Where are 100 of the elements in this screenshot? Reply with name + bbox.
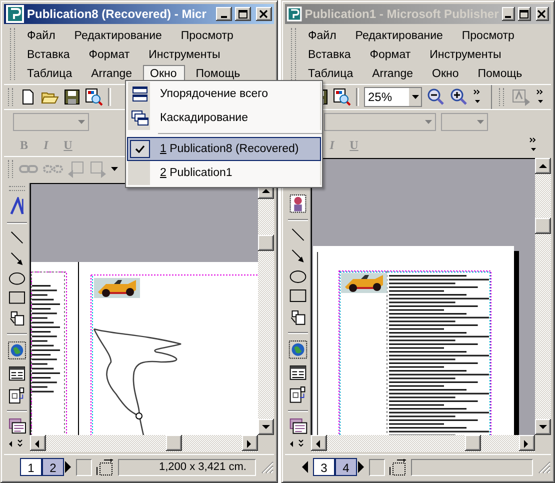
menu-item[interactable]: Редактирование xyxy=(354,26,451,44)
rectangle-tool-icon[interactable] xyxy=(288,289,306,303)
design-gallery-icon[interactable] xyxy=(6,418,26,435)
minimize-icon xyxy=(505,16,512,18)
print-preview-icon[interactable] xyxy=(333,88,351,106)
menu-item[interactable]: Формат xyxy=(368,46,419,64)
caret-icon[interactable] xyxy=(111,166,118,172)
autoshapes-icon[interactable] xyxy=(8,310,26,328)
scroll-right-button[interactable] xyxy=(519,435,535,451)
scroll-right-button[interactable] xyxy=(242,435,258,451)
status-field xyxy=(369,458,385,476)
menu-item[interactable]: Таблица xyxy=(307,64,362,82)
form-control-icon[interactable] xyxy=(8,366,26,382)
down-arrow-icon xyxy=(261,422,271,432)
text-tool-icon[interactable] xyxy=(8,196,26,216)
horizontal-scrollbar[interactable] xyxy=(30,435,258,452)
oval-tool-icon[interactable] xyxy=(288,270,306,284)
race-car-drawing xyxy=(94,278,140,298)
page-tab[interactable]: 1 xyxy=(20,458,42,476)
menu-item[interactable]: Вставка xyxy=(307,46,359,64)
toolbar-options-icon[interactable] xyxy=(473,89,482,105)
menu-item[interactable]: Окно xyxy=(431,64,467,82)
oval-tool-icon[interactable] xyxy=(8,272,26,286)
page-tab[interactable]: 3 xyxy=(313,458,335,476)
rectangle-tool-icon[interactable] xyxy=(8,291,26,304)
maximize-icon xyxy=(519,10,530,18)
dropdown-arrow-icon xyxy=(477,120,484,124)
menu-item[interactable]: Редактирование xyxy=(73,26,170,44)
scroll-left-button[interactable] xyxy=(311,435,327,451)
up-arrow-icon xyxy=(261,186,271,196)
menu-item[interactable]: Инструменты xyxy=(428,46,510,64)
menu-item[interactable]: Arrange xyxy=(371,64,422,82)
menu-item[interactable]: Помощь xyxy=(476,64,530,82)
minimize-button[interactable] xyxy=(216,7,232,21)
menu-item[interactable]: Вставка xyxy=(26,46,78,64)
form-control-icon[interactable] xyxy=(288,365,306,380)
zoom-dropdown[interactable]: 25% xyxy=(364,87,422,107)
web-object-icon[interactable] xyxy=(288,340,308,360)
scroll-left-button[interactable] xyxy=(30,435,46,451)
menu-item[interactable]: Помощь xyxy=(194,64,248,82)
close-button[interactable] xyxy=(256,7,272,21)
autoshapes-icon[interactable] xyxy=(288,308,306,326)
design-gallery-icon[interactable] xyxy=(288,418,308,435)
up-arrow-icon xyxy=(538,161,548,171)
publisher-app-icon[interactable] xyxy=(287,5,302,23)
line-tool-icon[interactable] xyxy=(8,230,24,245)
menu-item[interactable]: Файл xyxy=(26,26,64,44)
menu-item[interactable]: Упорядочение всего xyxy=(127,82,321,106)
insert-page-icon[interactable] xyxy=(8,387,26,404)
close-button[interactable] xyxy=(536,7,549,21)
zoom-in-icon[interactable] xyxy=(450,88,468,106)
toolbar-options-icon[interactable] xyxy=(529,137,538,153)
tile-windows-icon xyxy=(132,86,148,102)
scroll-down-button[interactable] xyxy=(535,419,551,435)
maximize-button[interactable] xyxy=(235,7,251,21)
maximize-icon xyxy=(238,10,248,18)
menu-item[interactable]: Формат xyxy=(88,46,138,64)
maximize-button[interactable] xyxy=(518,7,531,21)
print-preview-icon[interactable] xyxy=(85,88,103,106)
vertical-scrollbar[interactable] xyxy=(535,158,551,435)
web-object-icon[interactable] xyxy=(6,341,26,360)
menu-item[interactable]: Инструменты xyxy=(148,46,228,64)
menu-item[interactable]: Просмотр xyxy=(180,26,242,44)
menu-item[interactable]: Каскадирование xyxy=(127,106,321,130)
menu-item[interactable]: Просмотр xyxy=(460,26,522,44)
scrollbar-thumb[interactable] xyxy=(465,435,481,451)
arrow-tool-icon[interactable] xyxy=(290,248,306,264)
previous-page-icon[interactable] xyxy=(301,460,309,474)
menu-item[interactable]: Файл xyxy=(307,26,344,44)
menu-item[interactable]: 1 Publication8 (Recovered) xyxy=(127,137,321,161)
resize-grip-icon[interactable] xyxy=(260,460,274,474)
edit-point[interactable] xyxy=(136,412,142,420)
object-size: 1,200 x 3,421 cm. xyxy=(118,458,256,476)
resize-grip-icon[interactable] xyxy=(537,460,551,474)
menu-item[interactable]: 2 Publication1 xyxy=(127,161,321,185)
dropdown-arrow-icon xyxy=(425,120,432,124)
checkmark-icon xyxy=(135,145,145,153)
page-tab[interactable]: 2 xyxy=(42,458,64,476)
publisher-app-icon[interactable] xyxy=(6,5,24,23)
dropdown-arrow-icon xyxy=(78,120,85,124)
close-icon xyxy=(259,10,269,18)
scroll-up-button[interactable] xyxy=(535,158,551,174)
down-arrow-icon xyxy=(538,422,548,432)
line-tool-icon[interactable] xyxy=(290,227,306,242)
insert-page-icon[interactable] xyxy=(288,386,306,404)
clip-art-icon[interactable] xyxy=(288,194,306,214)
scrollbar-thumb[interactable] xyxy=(258,235,274,251)
minimize-button[interactable] xyxy=(502,7,515,21)
zoom-out-icon[interactable] xyxy=(427,88,445,106)
scrollbar-thumb[interactable] xyxy=(166,435,182,451)
menu-item[interactable]: Таблица xyxy=(26,64,80,82)
toolbar-options-icon[interactable] xyxy=(536,89,545,105)
freeform-curve[interactable] xyxy=(93,328,182,435)
page-tab[interactable]: 4 xyxy=(335,458,357,476)
menu-item[interactable]: Arrange xyxy=(90,64,140,82)
new-document-icon[interactable] xyxy=(20,89,36,105)
horizontal-scrollbar[interactable] xyxy=(311,435,535,452)
arrow-tool-icon[interactable] xyxy=(8,250,24,266)
scrollbar-thumb[interactable] xyxy=(535,218,551,234)
scroll-down-button[interactable] xyxy=(258,419,274,435)
